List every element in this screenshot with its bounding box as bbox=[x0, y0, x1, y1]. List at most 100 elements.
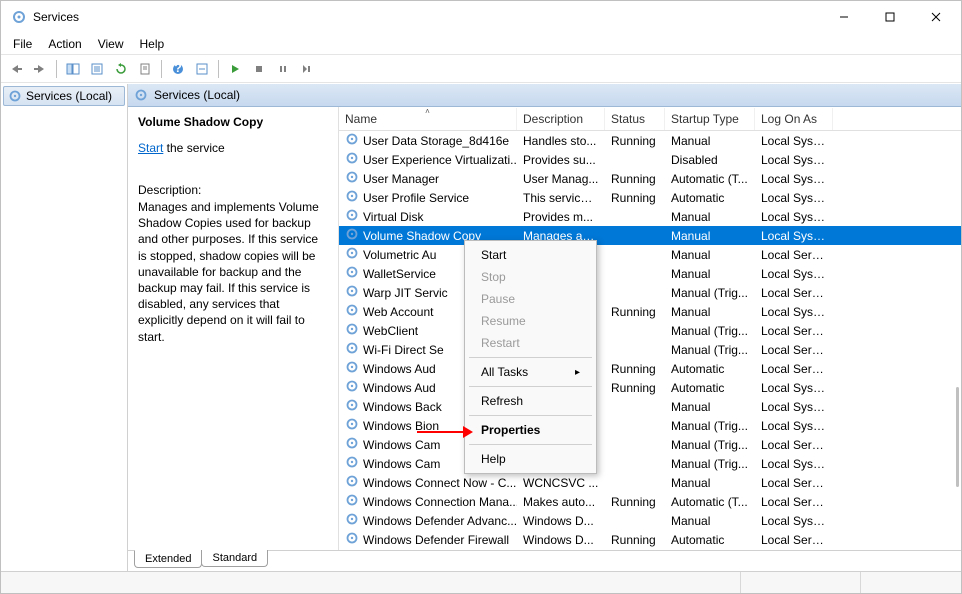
stop-service-button[interactable] bbox=[248, 58, 270, 80]
cell-log-on-as: Local Syste... bbox=[755, 267, 833, 281]
cell-log-on-as: Local Syste... bbox=[755, 134, 833, 148]
tab-extended[interactable]: Extended bbox=[134, 550, 202, 568]
column-header-log-on-as[interactable]: Log On As bbox=[755, 108, 833, 130]
service-gear-icon bbox=[345, 322, 359, 339]
service-gear-icon bbox=[345, 360, 359, 377]
table-row[interactable]: Virtual DiskProvides m...ManualLocal Sys… bbox=[339, 207, 961, 226]
menu-file[interactable]: File bbox=[5, 35, 40, 53]
cell-startup-type: Automatic bbox=[665, 191, 755, 205]
context-menu-item-resume: Resume bbox=[467, 310, 594, 332]
table-row[interactable]: Windows Bion...Manual (Trig...Local Syst… bbox=[339, 416, 961, 435]
table-row[interactable]: Windows Aud...RunningAutomaticLocal Serv… bbox=[339, 359, 961, 378]
service-name-text: Virtual Disk bbox=[363, 210, 423, 224]
table-row[interactable]: Warp JIT Servic...Manual (Trig...Local S… bbox=[339, 283, 961, 302]
vertical-scrollbar[interactable] bbox=[956, 387, 959, 487]
help-button[interactable]: ? bbox=[167, 58, 189, 80]
maximize-button[interactable] bbox=[867, 2, 913, 32]
table-row[interactable]: Volumetric Au...ManualLocal Service bbox=[339, 245, 961, 264]
menu-view[interactable]: View bbox=[90, 35, 132, 53]
table-row[interactable]: Volume Shadow CopyManages an...ManualLoc… bbox=[339, 226, 961, 245]
column-header-status[interactable]: Status bbox=[605, 108, 665, 130]
table-row[interactable]: WebClient...Manual (Trig...Local Service bbox=[339, 321, 961, 340]
forward-button[interactable] bbox=[29, 58, 51, 80]
console-tree: Services (Local) bbox=[1, 84, 128, 571]
start-service-button[interactable] bbox=[224, 58, 246, 80]
cell-description: Provides m... bbox=[517, 210, 605, 224]
cell-log-on-as: Local Service bbox=[755, 248, 833, 262]
cell-log-on-as: Local Service bbox=[755, 495, 833, 509]
restart-service-button[interactable] bbox=[296, 58, 318, 80]
minimize-button[interactable] bbox=[821, 2, 867, 32]
table-row[interactable]: Windows Connection Mana...Makes auto...R… bbox=[339, 492, 961, 511]
start-service-suffix: the service bbox=[163, 141, 224, 155]
pause-service-button[interactable] bbox=[272, 58, 294, 80]
table-row[interactable]: Windows Cam...Manual (Trig...Local Servi… bbox=[339, 435, 961, 454]
services-list: Name˄ Description Status Startup Type Lo… bbox=[338, 107, 961, 550]
table-row[interactable]: Windows Aud...RunningAutomaticLocal Syst… bbox=[339, 378, 961, 397]
table-row[interactable]: Web Account...RunningManualLocal Syste..… bbox=[339, 302, 961, 321]
menu-action[interactable]: Action bbox=[40, 35, 89, 53]
context-menu-separator bbox=[469, 444, 592, 445]
service-name-text: Windows Cam bbox=[363, 457, 440, 471]
close-button[interactable] bbox=[913, 2, 959, 32]
cell-startup-type: Manual (Trig... bbox=[665, 343, 755, 357]
cell-status: Running bbox=[605, 172, 665, 186]
cell-startup-type: Manual (Trig... bbox=[665, 419, 755, 433]
services-tree-icon bbox=[8, 89, 22, 103]
table-row[interactable]: User ManagerUser Manag...RunningAutomati… bbox=[339, 169, 961, 188]
table-row[interactable]: Windows Back...ManualLocal Syste... bbox=[339, 397, 961, 416]
tree-node-services-local[interactable]: Services (Local) bbox=[3, 86, 125, 106]
context-menu-item-refresh[interactable]: Refresh bbox=[467, 390, 594, 412]
table-row[interactable]: Windows Defender Advanc...Windows D...Ma… bbox=[339, 511, 961, 530]
context-menu-item-properties[interactable]: Properties bbox=[467, 419, 594, 441]
cell-name: Windows Defender Advanc... bbox=[339, 512, 517, 529]
table-row[interactable]: Windows Cam...Manual (Trig...Local Syste… bbox=[339, 454, 961, 473]
table-row[interactable]: User Data Storage_8d416eHandles sto...Ru… bbox=[339, 131, 961, 150]
action-button[interactable] bbox=[191, 58, 213, 80]
properties-button[interactable] bbox=[134, 58, 156, 80]
back-button[interactable] bbox=[5, 58, 27, 80]
cell-description: Windows D... bbox=[517, 533, 605, 547]
service-name-text: Wi-Fi Direct Se bbox=[363, 343, 444, 357]
cell-name: User Profile Service bbox=[339, 189, 517, 206]
context-menu-separator bbox=[469, 357, 592, 358]
cell-status: Running bbox=[605, 191, 665, 205]
table-row[interactable]: Wi-Fi Direct Se...Manual (Trig...Local S… bbox=[339, 340, 961, 359]
table-row[interactable]: Windows Connect Now - C...WCNCSVC ...Man… bbox=[339, 473, 961, 492]
list-rows[interactable]: User Data Storage_8d416eHandles sto...Ru… bbox=[339, 131, 961, 550]
statusbar-segment bbox=[741, 572, 861, 593]
show-hide-console-tree-button[interactable] bbox=[62, 58, 84, 80]
cell-startup-type: Manual bbox=[665, 400, 755, 414]
tab-standard[interactable]: Standard bbox=[201, 550, 268, 567]
context-menu-separator bbox=[469, 386, 592, 387]
column-header-startup-type[interactable]: Startup Type bbox=[665, 108, 755, 130]
statusbar bbox=[1, 571, 961, 593]
context-menu-item-start[interactable]: Start bbox=[467, 244, 594, 266]
cell-log-on-as: Local Syste... bbox=[755, 229, 833, 243]
service-gear-icon bbox=[345, 493, 359, 510]
window-controls bbox=[821, 2, 959, 32]
start-service-link[interactable]: Start bbox=[138, 141, 163, 155]
cell-description: User Manag... bbox=[517, 172, 605, 186]
cell-startup-type: Manual bbox=[665, 267, 755, 281]
cell-status: Running bbox=[605, 495, 665, 509]
services-app-icon bbox=[11, 9, 27, 25]
table-row[interactable]: User Profile ServiceThis service ...Runn… bbox=[339, 188, 961, 207]
statusbar-segment bbox=[1, 572, 741, 593]
cell-description: Handles sto... bbox=[517, 134, 605, 148]
column-header-name[interactable]: Name˄ bbox=[339, 108, 517, 130]
refresh-button[interactable] bbox=[110, 58, 132, 80]
table-row[interactable]: Windows Defender FirewallWindows D...Run… bbox=[339, 530, 961, 549]
context-menu-item-help[interactable]: Help bbox=[467, 448, 594, 470]
context-menu-item-all-tasks[interactable]: All Tasks▸ bbox=[467, 361, 594, 383]
table-row[interactable]: User Experience Virtualizati...Provides … bbox=[339, 150, 961, 169]
service-gear-icon bbox=[345, 512, 359, 529]
export-list-button[interactable] bbox=[86, 58, 108, 80]
service-name-text: Windows Connection Mana... bbox=[363, 495, 517, 509]
cell-startup-type: Automatic (T... bbox=[665, 495, 755, 509]
service-gear-icon bbox=[345, 398, 359, 415]
menu-help[interactable]: Help bbox=[132, 35, 173, 53]
table-row[interactable]: WalletService...ManualLocal Syste... bbox=[339, 264, 961, 283]
column-header-description[interactable]: Description bbox=[517, 108, 605, 130]
cell-startup-type: Manual bbox=[665, 229, 755, 243]
